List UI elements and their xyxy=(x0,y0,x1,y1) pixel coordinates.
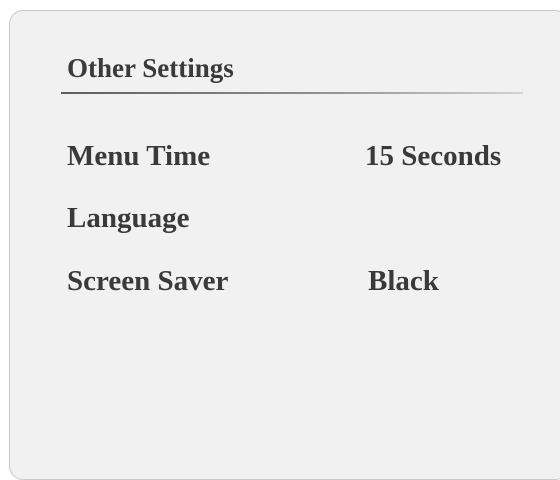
screen-saver-value[interactable]: Black xyxy=(368,264,439,298)
screen-saver-label[interactable]: Screen Saver xyxy=(67,264,228,298)
menu-time-label[interactable]: Menu Time xyxy=(67,139,210,173)
title-divider xyxy=(61,92,523,94)
panel-title: Other Settings xyxy=(67,53,234,83)
other-settings-panel: Other Settings Menu Time 15 Seconds Lang… xyxy=(9,10,560,480)
menu-time-value[interactable]: 15 Seconds xyxy=(365,139,501,173)
language-label[interactable]: Language xyxy=(67,201,189,235)
